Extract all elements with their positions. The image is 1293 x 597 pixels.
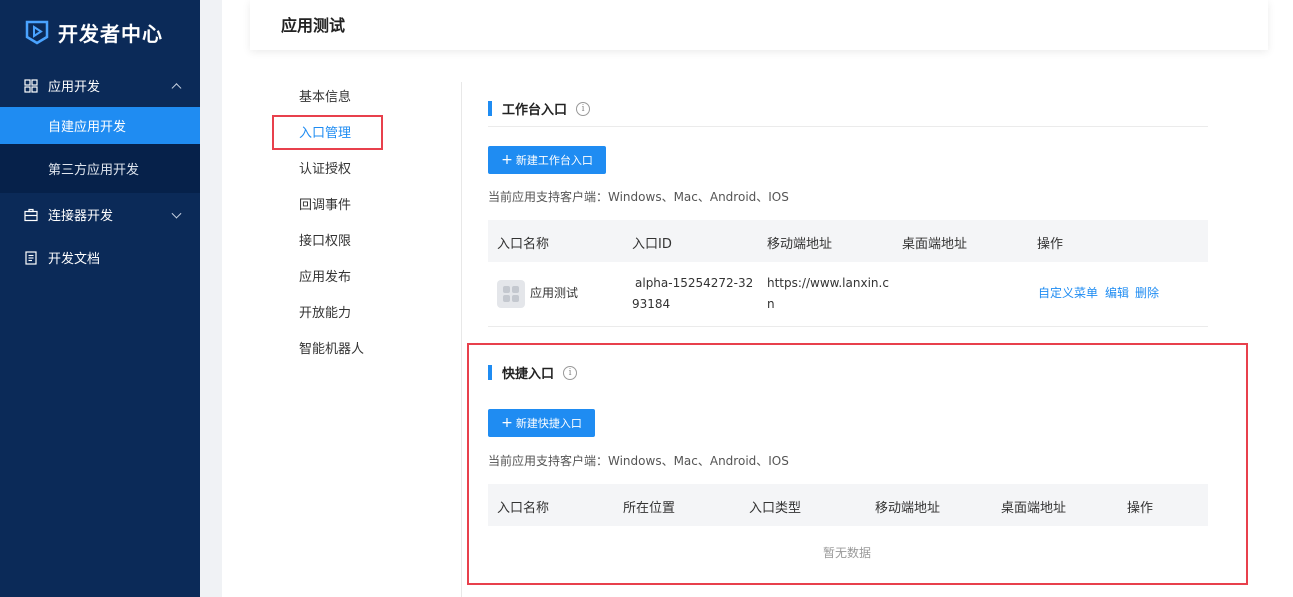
row-divider	[488, 326, 1208, 327]
subnav-auth[interactable]: 认证授权	[299, 160, 419, 196]
new-quick-entry-label: 新建快捷入口	[515, 417, 582, 430]
col-entry-type: 入口类型	[749, 501, 802, 516]
divider	[461, 82, 462, 597]
row-entry-id-line1: alpha-15254272-32	[635, 276, 754, 290]
menu-connector-label: 连接器开发	[48, 209, 114, 224]
menu-docs-label: 开发文档	[48, 252, 101, 267]
page-header: 应用测试	[250, 0, 1268, 50]
page-title: 应用测试	[281, 16, 346, 35]
workbench-title-text: 工作台入口	[502, 103, 568, 118]
subnav-api-permission[interactable]: 接口权限	[299, 232, 419, 268]
menu-app-dev[interactable]: 应用开发	[0, 64, 200, 107]
subnav-callback[interactable]: 回调事件	[299, 196, 419, 232]
workbench-table-header: 入口名称 入口ID 移动端地址 桌面端地址 操作	[488, 220, 1208, 262]
grid-icon	[24, 78, 38, 93]
new-workbench-entry-label: 新建工作台入口	[515, 154, 593, 167]
new-quick-entry-button[interactable]: + 新建快捷入口	[488, 409, 595, 437]
submenu-item-self-built[interactable]: 自建应用开发	[0, 107, 200, 144]
col-entry-name: 入口名称	[497, 501, 550, 516]
col-mobile-url: 移动端地址	[767, 237, 833, 252]
plus-icon: +	[501, 415, 513, 431]
submenu-item-third-party[interactable]: 第三方应用开发	[0, 144, 200, 193]
section-accent-bar	[488, 365, 492, 380]
col-location: 所在位置	[623, 501, 676, 516]
col-actions: 操作	[1127, 501, 1154, 516]
quick-section-title: 快捷入口 i	[488, 363, 578, 382]
col-actions: 操作	[1037, 237, 1064, 252]
quick-table-header: 入口名称 所在位置 入口类型 移动端地址 桌面端地址 操作	[488, 484, 1208, 526]
subnav-publish[interactable]: 应用发布	[299, 268, 419, 304]
quick-title-text: 快捷入口	[502, 367, 555, 382]
subnav-open-capability[interactable]: 开放能力	[299, 304, 419, 340]
submenu-app-dev: 自建应用开发 第三方应用开发	[0, 107, 200, 193]
row-entry-id-line2: 93184	[632, 297, 671, 311]
logo-icon	[25, 20, 49, 45]
row-mobile-url-line1: https://www.lanxin.c	[767, 276, 889, 290]
info-icon[interactable]: i	[563, 365, 578, 380]
menu-docs[interactable]: 开发文档	[0, 236, 200, 279]
workbench-support-text: 当前应用支持客户端：Windows、Mac、Android、IOS	[488, 190, 789, 204]
content-area: 应用测试 基本信息 入口管理 认证授权 回调事件 接口权限 应用发布 开放能力 …	[222, 0, 1293, 597]
delete-link[interactable]: 删除	[1135, 283, 1159, 304]
section-divider	[488, 126, 1208, 127]
col-entry-id: 入口ID	[632, 237, 672, 252]
empty-state-text: 暂无数据	[823, 546, 872, 560]
workbench-section-title: 工作台入口 i	[488, 99, 591, 118]
document-icon	[25, 250, 37, 265]
section-accent-bar	[488, 101, 492, 116]
chevron-up-icon	[171, 82, 182, 93]
sidebar: 开发者中心 应用开发 自建应用开发 第三方应用开发 连接器开发 开发文档	[0, 0, 200, 597]
info-icon[interactable]: i	[576, 101, 591, 116]
chevron-down-icon	[171, 208, 182, 219]
plus-icon: +	[501, 152, 513, 168]
col-desktop-url: 桌面端地址	[1001, 501, 1067, 516]
quick-support-text: 当前应用支持客户端：Windows、Mac、Android、IOS	[488, 454, 789, 468]
brand-name: 开发者中心	[58, 21, 163, 46]
app-icon	[497, 280, 525, 308]
col-desktop-url: 桌面端地址	[902, 237, 968, 252]
briefcase-icon	[24, 208, 38, 221]
row-entry-name: 应用测试	[530, 286, 579, 300]
menu-connector[interactable]: 连接器开发	[0, 193, 200, 236]
col-entry-name: 入口名称	[497, 237, 550, 252]
custom-menu-link[interactable]: 自定义菜单	[1038, 283, 1098, 304]
col-mobile-url: 移动端地址	[875, 501, 941, 516]
row-mobile-url-line2: n	[767, 297, 775, 311]
edit-link[interactable]: 编辑	[1105, 283, 1129, 304]
brand[interactable]: 开发者中心	[0, 0, 200, 64]
subnav-robot[interactable]: 智能机器人	[299, 340, 419, 376]
subnav-highlight-box	[272, 115, 383, 150]
menu-app-dev-label: 应用开发	[48, 80, 101, 95]
new-workbench-entry-button[interactable]: + 新建工作台入口	[488, 146, 606, 174]
